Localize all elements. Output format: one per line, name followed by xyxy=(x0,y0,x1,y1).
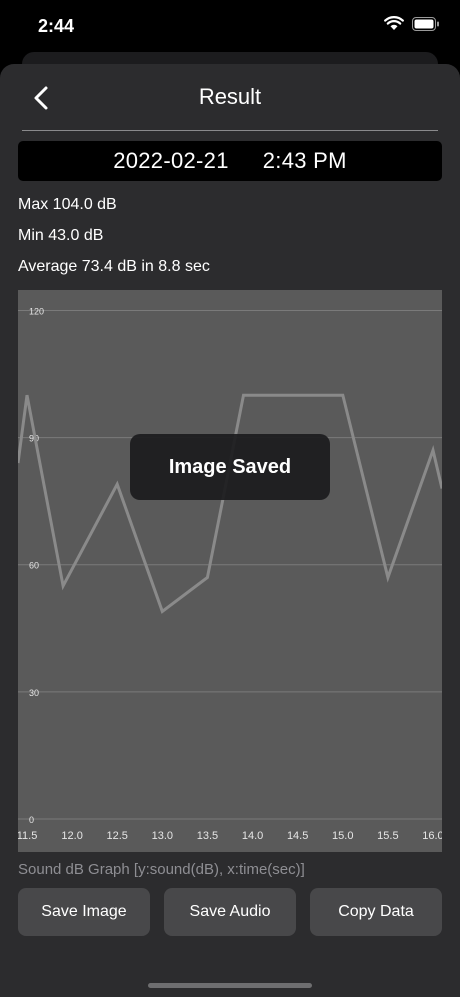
x-tick-label-1: 12.0 xyxy=(61,830,82,842)
recording-time: 2:43 PM xyxy=(262,148,347,173)
x-tick-label-8: 15.5 xyxy=(377,830,398,842)
home-indicator xyxy=(148,983,312,988)
max-db-text: Max 104.0 dB xyxy=(18,196,117,213)
page-title: Result xyxy=(198,84,262,109)
sound-graph: 120 90 60 30 0 11.5 12.0 12.5 13.0 13.5 14.0 14.5 15… xyxy=(18,290,442,852)
sound-series-line xyxy=(18,393,442,614)
x-tick-label-3: 13.0 xyxy=(152,830,173,842)
battery-icon xyxy=(412,16,439,31)
sound-graph-svg: 120906030011.5 12.0 12.5 13.0 13.5 14.0 14.5 15… xyxy=(18,306,442,842)
x-tick-label-7: 15.0 xyxy=(332,830,353,842)
status-time: 2:44 xyxy=(38,16,75,36)
x-tick-label-0: 11.5 xyxy=(18,830,37,842)
y-tick-label-3: 30 xyxy=(29,688,39,698)
x-tick-label-9: 16.0 xyxy=(422,830,442,842)
x-tick-label-6: 14.5 xyxy=(287,830,308,842)
save-image-button[interactable]: Save Image xyxy=(18,888,150,936)
y-tick-label-4: 0 xyxy=(29,815,34,825)
x-tick-label-4: 13.5 xyxy=(197,830,218,842)
min-db-text: Min 43.0 dB xyxy=(18,227,104,244)
y-tick-label-2: 60 xyxy=(29,561,39,571)
wifi-icon xyxy=(384,16,404,30)
result-sheet: Result 2022-02-21 2:43 PM Max 104.0 dB M… xyxy=(0,64,460,997)
recording-date: 2022-02-21 xyxy=(113,148,229,173)
save-audio-button[interactable]: Save Audio xyxy=(164,888,296,936)
header-divider xyxy=(22,130,438,131)
copy-data-button[interactable]: Copy Data xyxy=(310,888,442,936)
y-tick-label-0: 120 xyxy=(29,306,44,316)
graph-caption: Sound dB Graph [y:sound(dB), x:time(sec)… xyxy=(18,861,305,878)
x-tick-label-5: 14.0 xyxy=(242,830,263,842)
image-saved-toast: Image Saved xyxy=(130,434,330,500)
status-bar: 2:44 xyxy=(0,0,460,54)
x-tick-label-2: 12.5 xyxy=(107,830,128,842)
recording-datetime: 2022-02-21 2:43 PM xyxy=(18,141,442,181)
average-db-text: Average 73.4 dB in 8.8 sec xyxy=(18,258,210,275)
status-icons xyxy=(384,16,440,31)
